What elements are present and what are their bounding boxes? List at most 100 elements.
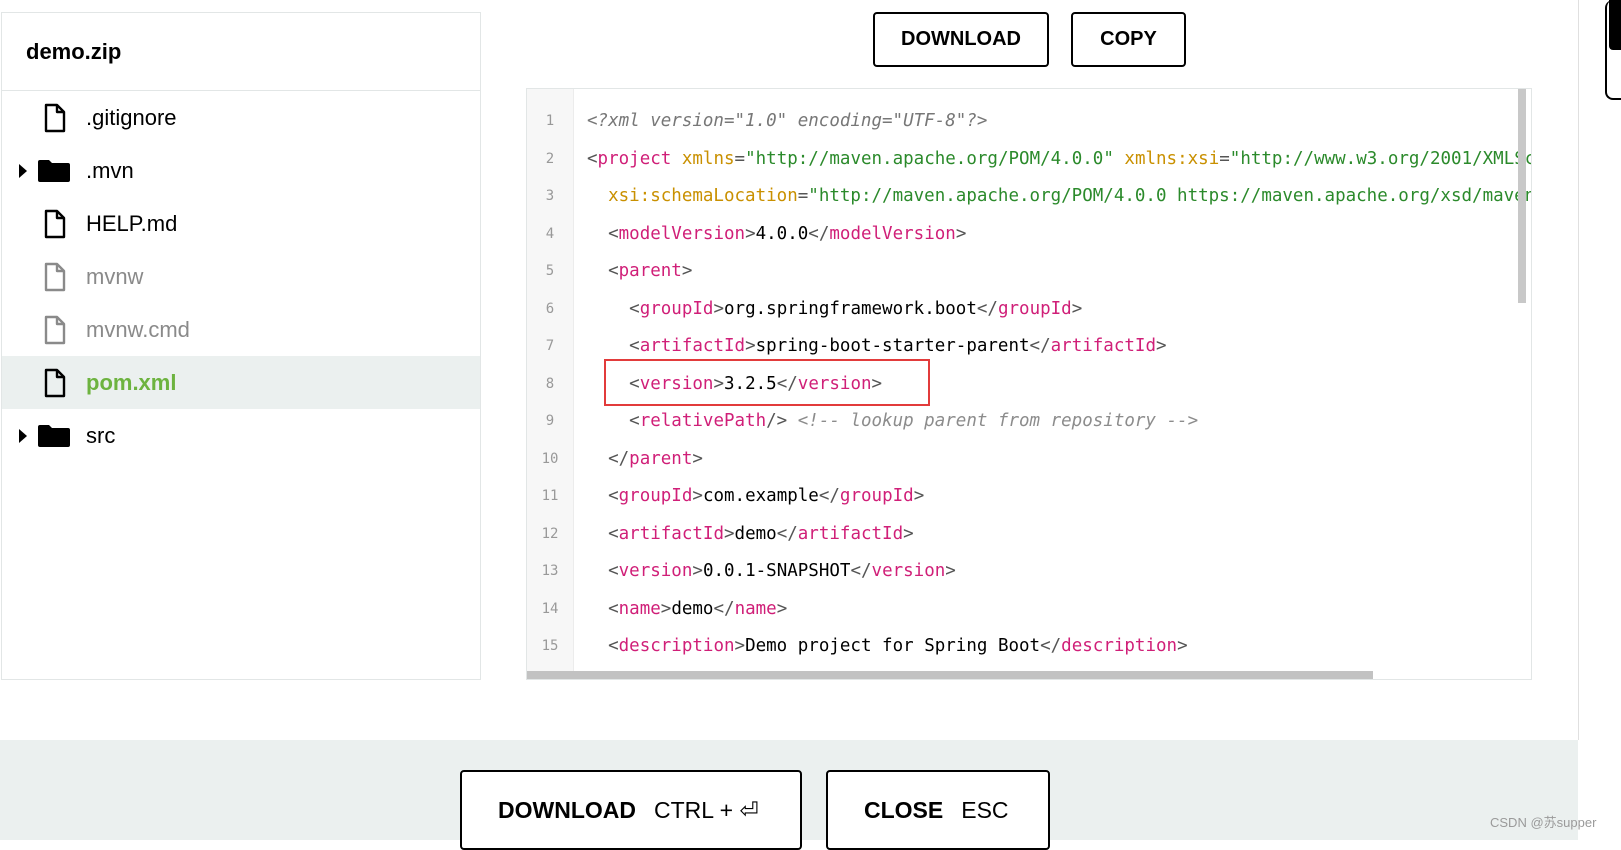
- vertical-scrollbar[interactable]: [1518, 89, 1526, 303]
- code-line: 6 <groupId>org.springframework.boot</gro…: [527, 291, 1531, 329]
- code-token: modelVersion: [618, 223, 746, 244]
- code-token: Demo project for Spring Boot: [745, 636, 1041, 656]
- code-text: </parent>: [587, 441, 703, 479]
- code-token: </: [976, 298, 998, 319]
- folder-icon: [38, 159, 70, 182]
- footer-close-label: CLOSE: [864, 796, 944, 823]
- code-token: artifactId: [1050, 336, 1156, 356]
- file-icon: [44, 368, 66, 397]
- caret-right-icon[interactable]: [19, 163, 27, 178]
- code-token: name: [734, 598, 777, 619]
- code-text: <description > Demo project for Spring Boo…: [587, 628, 1188, 666]
- code-token: >: [745, 336, 756, 356]
- code-token: <: [608, 223, 619, 244]
- code-token: >: [776, 598, 788, 619]
- copy-button[interactable]: COPY: [1071, 12, 1186, 67]
- tree-item-mvnw[interactable]: mvnw: [2, 250, 480, 303]
- code-token: groupId: [639, 298, 714, 319]
- code-line: 14 <name>demo</name>: [527, 591, 1531, 629]
- code-token: <: [608, 561, 619, 581]
- download-button[interactable]: DOWNLOAD: [873, 12, 1049, 67]
- archive-header: demo.zip: [2, 13, 480, 91]
- code-token: <: [608, 486, 619, 506]
- tree-item-label: .gitignore: [86, 104, 177, 130]
- code-line: 10 </parent>: [527, 441, 1531, 479]
- tree-item-label: mvnw.cmd: [86, 316, 190, 342]
- code-text: <artifactId>demo</artifactId>: [587, 516, 914, 554]
- side-panel-tab[interactable]: [1605, 0, 1621, 100]
- line-number: 15: [541, 638, 559, 654]
- side-panel-tab-fill: [1609, 0, 1621, 50]
- code-token: "http://maven.apache.org/POM/4.0.0 https…: [808, 186, 1531, 206]
- code-line: 15 <description > Demo project for Spring …: [527, 628, 1531, 666]
- code-token: <: [629, 336, 640, 356]
- code-text: <project xmlns="http://maven.apache.org/…: [587, 141, 1531, 179]
- code-token: demo: [671, 598, 714, 619]
- code-line: 4 <modelVersion>4.0.0</modelVersion>: [527, 216, 1531, 254]
- code-token: </: [776, 523, 798, 544]
- code-text: <name>demo</name>: [587, 591, 787, 629]
- code-text: <groupId>com.example</groupId>: [587, 478, 924, 516]
- code-token: =: [797, 186, 809, 206]
- tree-item-label: pom.xml: [86, 369, 177, 395]
- line-number: 5: [545, 263, 555, 279]
- code-token: </: [818, 486, 840, 506]
- code-token: demo: [734, 523, 777, 544]
- code-token: <: [608, 598, 619, 619]
- code-text: <?xml version="1.0" encoding="UTF-8"?>: [587, 103, 987, 141]
- footer-close-button[interactable]: CLOSE ESC: [826, 770, 1050, 850]
- code-token: modelVersion: [829, 223, 956, 244]
- tree-item-src[interactable]: src: [2, 409, 480, 462]
- code-text: <modelVersion>4.0.0</modelVersion>: [587, 216, 966, 254]
- code-text: <groupId>org.springframework.boot</group…: [587, 291, 1082, 329]
- footer-download-button[interactable]: DOWNLOAD CTRL + ⏎: [460, 770, 802, 850]
- code-token: >: [681, 261, 693, 281]
- watermark-text: CSDN @苏supper: [1490, 815, 1597, 830]
- archive-title: demo.zip: [26, 38, 122, 64]
- tree-item-label: mvnw: [86, 263, 144, 289]
- code-line: 9 <relativePath/> <!-- lookup parent fro…: [527, 403, 1531, 441]
- code-token: relativePath: [639, 411, 767, 431]
- tree-item-pom-xml[interactable]: pom.xml: [2, 356, 480, 409]
- tree-item-mvnw-cmd[interactable]: mvnw.cmd: [2, 303, 480, 356]
- code-token: >: [660, 598, 672, 619]
- code-token: =: [734, 148, 746, 169]
- file-icon: [44, 209, 66, 238]
- file-icon: [44, 315, 66, 344]
- code-token: com.example: [702, 486, 819, 506]
- line-number: 8: [545, 375, 555, 392]
- tree-item-help-md[interactable]: HELP.md: [2, 197, 480, 250]
- code-token: <: [608, 523, 619, 544]
- tree-item-mvn[interactable]: .mvn: [2, 144, 480, 197]
- line-number: 1: [545, 113, 555, 129]
- footer-download-label: DOWNLOAD: [498, 796, 636, 823]
- tree-item-label: src: [86, 422, 116, 448]
- version-highlight-box: [604, 359, 930, 406]
- tree-item-label: HELP.md: [86, 210, 178, 236]
- code-token: />: [766, 411, 798, 431]
- code-text: <version>0.0.1-SNAPSHOT</version>: [587, 553, 956, 591]
- line-number: 10: [541, 450, 559, 467]
- code-token: parent: [618, 261, 682, 281]
- code-token: <: [608, 636, 619, 656]
- code-token: >: [713, 298, 725, 319]
- horizontal-scrollbar[interactable]: [527, 671, 1373, 679]
- folder-icon: [38, 424, 70, 447]
- code-token: >: [945, 561, 956, 581]
- line-number: 7: [545, 338, 555, 354]
- caret-right-icon[interactable]: [19, 428, 27, 443]
- code-token: =: [1219, 148, 1230, 169]
- code-token: description: [618, 636, 735, 656]
- code-token: spring-boot-starter-parent: [755, 336, 1030, 356]
- code-token: >: [1177, 636, 1188, 656]
- tree-item-gitignore[interactable]: .gitignore: [2, 91, 480, 144]
- code-line: 1 <?xml version="1.0" encoding="UTF-8"?>: [527, 103, 1531, 141]
